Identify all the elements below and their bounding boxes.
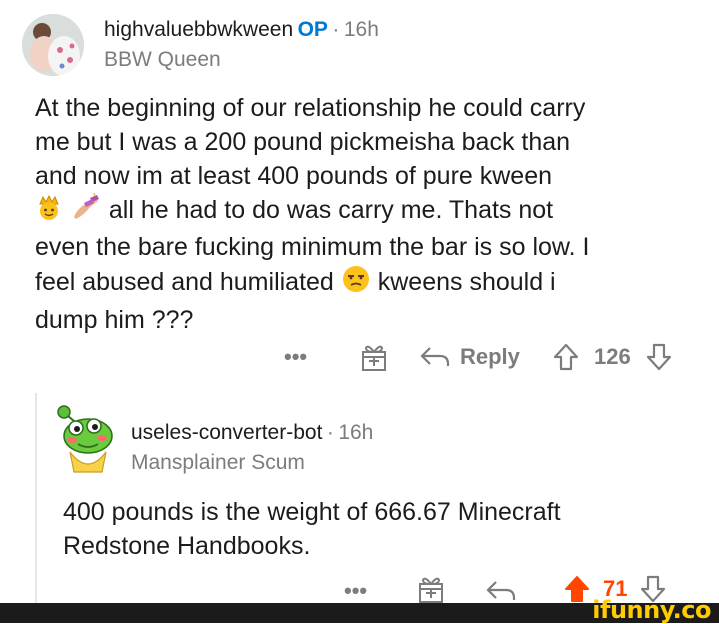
post-username[interactable]: highvaluebbwkween <box>104 18 293 41</box>
post-body-line: At the beginning of our relationship he … <box>35 94 586 122</box>
post-body-line: feel abused and humiliated kweens should… <box>35 264 715 303</box>
nail-polish-emoji-icon <box>70 192 102 230</box>
ifunny-watermark-logo: ifunny.co <box>592 596 711 624</box>
separator: · <box>326 421 334 444</box>
post-body-line: all he had to do was carry me. Thats not <box>35 192 715 230</box>
reply-flair: Mansplainer Scum <box>131 451 305 474</box>
separator: · <box>332 18 340 41</box>
op-badge: OP <box>297 18 328 41</box>
unamused-face-emoji-icon <box>341 264 371 303</box>
reply-time: 16h <box>338 421 374 444</box>
reply-more-button[interactable]: ••• <box>344 578 367 604</box>
more-icon: ••• <box>284 344 308 369</box>
post-time: 16h <box>343 18 379 41</box>
downvote-icon[interactable] <box>645 342 673 372</box>
reply-award-button[interactable] <box>417 574 445 604</box>
reply-reply-button[interactable] <box>484 578 518 604</box>
post-body-line-text: kweens should i <box>377 268 556 297</box>
upvote-icon[interactable] <box>552 342 580 372</box>
post-body-line-text: feel abused and humiliated <box>35 268 334 297</box>
post-header: highvaluebbwkween OP · 16h <box>104 18 379 42</box>
reply-label: Reply <box>460 344 520 369</box>
gift-icon <box>362 345 386 371</box>
post-flair: BBW Queen <box>104 48 221 71</box>
reply-arrow-icon <box>486 581 516 600</box>
post-vote-group: 126 <box>552 342 673 372</box>
reply-body-line: 400 pounds is the weight of 666.67 Minec… <box>63 498 561 526</box>
crown-face-emoji-icon <box>35 193 63 230</box>
snoo-frog-avatar-icon <box>57 405 113 473</box>
reply-arrow-icon <box>420 347 450 366</box>
post-body: At the beginning of our relationship he … <box>35 91 715 337</box>
post-body-line: dump him ??? <box>35 306 194 334</box>
reply-body: 400 pounds is the weight of 666.67 Minec… <box>63 495 713 563</box>
post-body-line: even the bare fucking minimum the bar is… <box>35 233 590 261</box>
gift-icon <box>419 577 443 603</box>
post-body-line: me but I was a 200 pound pickmeisha back… <box>35 128 571 156</box>
post-award-button[interactable] <box>360 342 388 372</box>
reply-button[interactable]: Reply <box>418 344 520 370</box>
post-body-line-text: all he had to do was carry me. Thats not <box>108 196 554 225</box>
reply-header: useles-converter-bot · 16h <box>131 421 373 445</box>
thread-line[interactable] <box>35 393 37 603</box>
user-photo-icon <box>22 14 84 76</box>
more-icon: ••• <box>344 578 368 603</box>
post-more-button[interactable]: ••• <box>284 344 307 370</box>
reply-body-line: Redstone Handbooks. <box>63 532 311 560</box>
post-avatar[interactable] <box>22 14 84 76</box>
upvote-active-icon[interactable] <box>563 574 591 604</box>
post-score: 126 <box>594 344 631 369</box>
post-body-line: and now im at least 400 pounds of pure k… <box>35 162 553 190</box>
reply-avatar[interactable] <box>52 402 118 474</box>
reply-username[interactable]: useles-converter-bot <box>131 421 322 444</box>
